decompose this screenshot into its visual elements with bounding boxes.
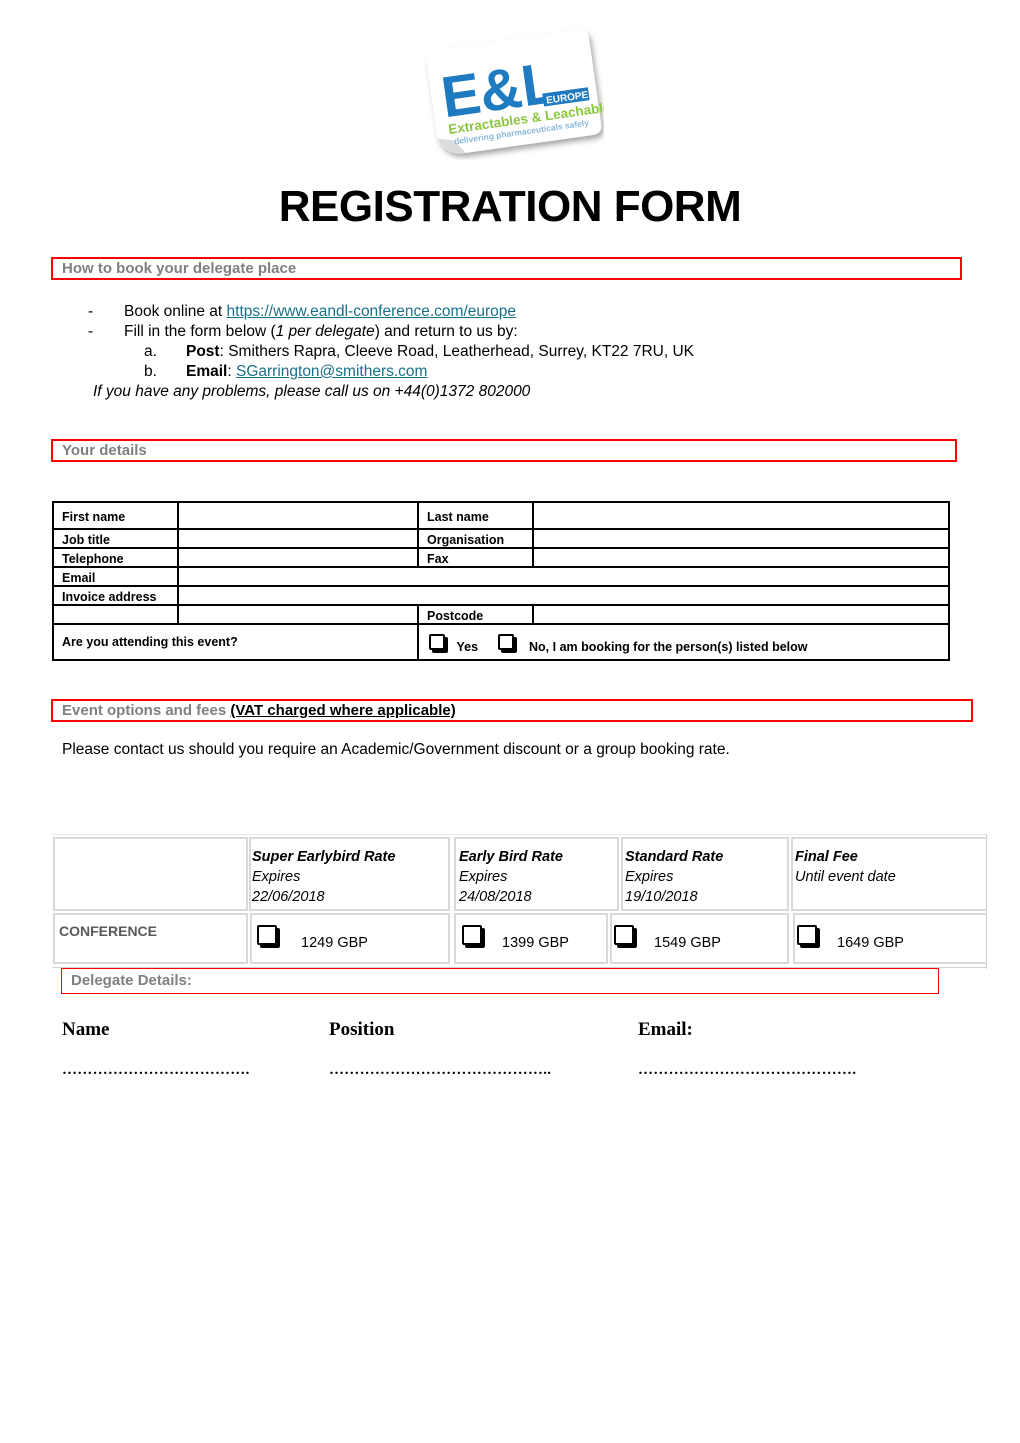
name-column-label: Name: [62, 1019, 110, 1040]
postcode-field[interactable]: [532, 604, 950, 625]
job-title-label: Job title: [52, 528, 179, 549]
post-label: Post: [186, 343, 220, 360]
position-column-label: Position: [329, 1019, 395, 1040]
email-field[interactable]: [177, 566, 950, 587]
fill-italic: 1 per delegate: [275, 323, 375, 340]
final-fee-checkbox[interactable]: [797, 925, 817, 946]
organisation-label: Organisation: [417, 528, 534, 549]
price: 1649 GBP: [837, 935, 904, 951]
email-sep: :: [227, 363, 236, 380]
invoice-address-field-2[interactable]: [177, 604, 419, 625]
invoice-address-label: Invoice address: [52, 585, 179, 606]
book-online-text: Book online at: [124, 303, 227, 320]
no-checkbox[interactable]: [497, 634, 514, 651]
first-name-label: First name: [52, 501, 179, 530]
section-event-options: Event options and fees (VAT charged wher…: [51, 699, 973, 722]
bullet: -: [88, 323, 94, 340]
invoice-address-field[interactable]: [177, 585, 950, 606]
email-link[interactable]: SGarrington@smithers.com: [236, 363, 427, 380]
first-name-field[interactable]: [177, 501, 419, 530]
price-cell-final-fee: 1649 GBP: [793, 913, 987, 964]
bullet: -: [88, 303, 94, 320]
vat-note: (VAT charged where applicable): [230, 702, 456, 719]
rate-name: Super Earlybird Rate: [252, 849, 396, 865]
telephone-field[interactable]: [177, 547, 419, 568]
price: 1399 GBP: [502, 935, 569, 951]
delegate-email-field[interactable]: …………………………………….: [638, 1062, 856, 1079]
no-label: No, I am booking for the person(s) liste…: [529, 639, 808, 654]
fill-prefix: Fill in the form below (: [124, 323, 276, 340]
rate-expiry-date: 22/06/2018: [252, 889, 325, 905]
rate-name: Early Bird Rate: [459, 849, 563, 865]
attending-options: Yes No, I am booking for the person(s) l…: [417, 623, 950, 661]
rate-header-final-fee: Final Fee Until event date: [791, 837, 987, 911]
invoice-address-extra[interactable]: [52, 604, 179, 625]
last-name-label: Last name: [417, 501, 534, 530]
event-logo: E&L EUROPE Extractables & Leachables del…: [418, 28, 619, 160]
email-contact: Email: SGarrington@smithers.com: [186, 362, 427, 382]
rate-name: Standard Rate: [625, 849, 724, 865]
standard-checkbox[interactable]: [614, 925, 634, 946]
post-address: Post: Smithers Rapra, Cleeve Road, Leath…: [186, 342, 694, 362]
last-name-field[interactable]: [532, 501, 950, 530]
section-how-to-book: How to book your delegate place: [51, 257, 962, 280]
rate-expiry-label: Expires: [625, 869, 674, 885]
fees-top-rule: [52, 834, 987, 835]
email-label: Email: [186, 363, 228, 380]
postcode-label: Postcode: [417, 604, 534, 625]
early-bird-checkbox[interactable]: [462, 925, 482, 946]
section-heading: Your details: [62, 442, 147, 459]
section-your-details: Your details: [51, 439, 957, 462]
section-heading: Event options and fees: [62, 702, 231, 719]
rate-expiry-date: 24/08/2018: [459, 889, 532, 905]
delegate-name-field[interactable]: ……………………………….: [62, 1062, 250, 1079]
fax-label: Fax: [417, 547, 534, 568]
delegate-position-field[interactable]: ……………………………………..: [329, 1062, 551, 1079]
booking-url-link[interactable]: https://www.eandl-conference.com/europe: [227, 303, 517, 320]
page-title: REGISTRATION FORM: [278, 182, 742, 231]
list-marker: a.: [144, 343, 157, 360]
price-cell-early-bird: 1399 GBP: [454, 913, 608, 964]
logo-graphic: E&L EUROPE Extractables & Leachables del…: [426, 29, 619, 154]
attending-question: Are you attending this event?: [52, 623, 419, 661]
rate-expiry-label: Expires: [459, 869, 508, 885]
yes-label: Yes: [456, 639, 479, 654]
job-title-field[interactable]: [177, 528, 419, 549]
fees-corner-cell: [53, 837, 248, 911]
yes-checkbox[interactable]: [429, 634, 445, 651]
rate-header-early-bird: Early Bird Rate Expires 24/08/2018: [454, 837, 619, 911]
rate-expiry-date: 19/10/2018: [625, 889, 698, 905]
list-marker: b.: [144, 363, 157, 380]
fax-field[interactable]: [532, 547, 950, 568]
discount-note: Please contact us should you require an …: [62, 741, 730, 758]
fill-form-text: Fill in the form below (1 per delegate) …: [124, 322, 518, 342]
organisation-field[interactable]: [532, 528, 950, 549]
price-cell-super-earlybird: 1249 GBP: [250, 913, 450, 964]
price: 1549 GBP: [654, 935, 721, 951]
super-earlybird-checkbox[interactable]: [257, 925, 277, 946]
problems-note: If you have any problems, please call us…: [93, 383, 531, 400]
post-value: : Smithers Rapra, Cleeve Road, Leatherhe…: [219, 343, 695, 360]
fill-suffix: ) and return to us by:: [374, 323, 518, 340]
section-delegate-details: Delegate Details:: [61, 968, 939, 994]
email-column-label: Email:: [638, 1019, 693, 1040]
telephone-label: Telephone: [52, 547, 179, 568]
rate-name: Final Fee: [795, 849, 858, 865]
rate-header-super-earlybird: Super Earlybird Rate Expires 22/06/2018: [249, 837, 450, 911]
email-label: Email: [52, 566, 179, 587]
rate-expiry-label: Until event date: [795, 869, 896, 885]
rate-header-standard: Standard Rate Expires 19/10/2018: [621, 837, 789, 911]
price: 1249 GBP: [301, 935, 368, 951]
your-details-table: First name Last name Job title Organisat…: [52, 501, 950, 661]
section-heading: How to book your delegate place: [62, 260, 297, 277]
section-heading: Delegate Details:: [71, 972, 192, 989]
conference-label: CONFERENCE: [53, 913, 248, 964]
price-cell-standard: 1549 GBP: [610, 913, 789, 964]
rate-expiry-label: Expires: [252, 869, 301, 885]
